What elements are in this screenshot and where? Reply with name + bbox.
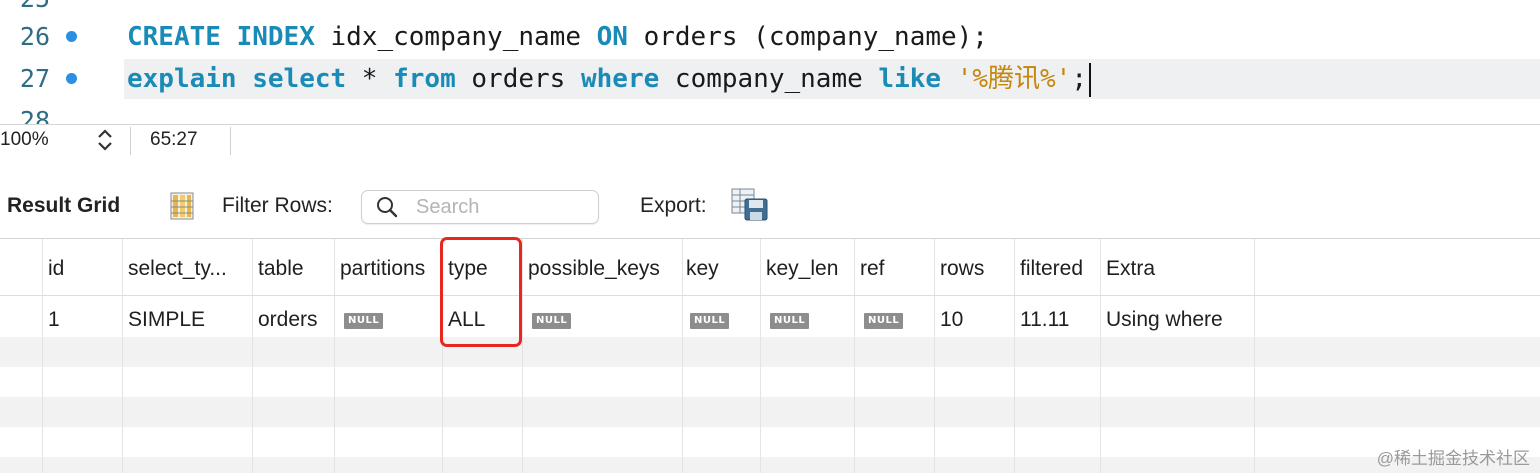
column-header-rows[interactable]: rows xyxy=(940,257,984,281)
code-line-27[interactable]: 27 explain select * from orders where co… xyxy=(0,59,1540,99)
sql-statement[interactable]: explain select * from orders where compa… xyxy=(127,59,1091,99)
column-header-ref[interactable]: ref xyxy=(860,257,885,281)
filter-search-box[interactable] xyxy=(361,190,599,224)
line-number: 27 xyxy=(19,64,50,93)
sql-editor[interactable]: 25 26 CREATE INDEX idx_company_name ON o… xyxy=(0,0,1540,124)
cell-extra[interactable]: Using where xyxy=(1106,308,1223,332)
empty-row xyxy=(0,397,1540,427)
result-grid-label: Result Grid xyxy=(7,194,121,217)
cell-possible-keys-null-badge[interactable]: NULL xyxy=(532,313,572,329)
code-line-28: 28 xyxy=(0,101,1540,124)
sql-statement[interactable]: CREATE INDEX idx_company_name ON orders … xyxy=(127,17,988,57)
cursor-position: 65:27 xyxy=(150,129,198,150)
code-line-26[interactable]: 26 CREATE INDEX idx_company_name ON orde… xyxy=(0,17,1540,57)
column-header-possible-keys[interactable]: possible_keys xyxy=(528,257,660,281)
empty-row xyxy=(0,337,1540,367)
cell-key-null-badge[interactable]: NULL xyxy=(690,313,730,329)
watermark: @稀土掘金技术社区 xyxy=(1376,449,1530,468)
zoom-level[interactable]: 100% xyxy=(0,129,49,151)
cell-rows[interactable]: 10 xyxy=(940,308,963,332)
column-header-extra[interactable]: Extra xyxy=(1106,257,1155,281)
export-icon[interactable] xyxy=(731,188,769,222)
line-number: 26 xyxy=(19,22,50,51)
line-number: 28 xyxy=(19,106,50,124)
empty-row xyxy=(0,457,1540,473)
search-icon xyxy=(377,197,398,218)
cell-table[interactable]: orders xyxy=(258,308,318,332)
cell-partitions-null-badge[interactable]: NULL xyxy=(344,313,384,329)
divider xyxy=(130,127,131,155)
column-header-key[interactable]: key xyxy=(686,257,719,281)
export-label: Export: xyxy=(640,194,707,217)
filter-search-input[interactable] xyxy=(414,193,593,221)
text-cursor xyxy=(1088,62,1091,97)
statement-marker-icon[interactable] xyxy=(66,31,77,42)
column-header-partitions[interactable]: partitions xyxy=(340,257,425,281)
column-header-table[interactable]: table xyxy=(258,257,304,281)
column-header-id[interactable]: id xyxy=(48,257,64,281)
filter-rows-label: Filter Rows: xyxy=(222,194,333,217)
cell-key-len-null-badge[interactable]: NULL xyxy=(770,313,810,329)
cell-id[interactable]: 1 xyxy=(48,308,60,332)
statement-marker-icon[interactable] xyxy=(66,73,77,84)
zoom-stepper-icon[interactable] xyxy=(94,127,116,153)
cell-ref-null-badge[interactable]: NULL xyxy=(864,313,904,329)
type-column-highlight-box xyxy=(440,237,522,347)
column-header-key-len[interactable]: key_len xyxy=(766,257,838,281)
result-grid[interactable]: id select_ty... table partitions type po… xyxy=(0,238,1540,473)
grid-view-icon[interactable] xyxy=(170,192,194,220)
cell-select-type[interactable]: SIMPLE xyxy=(128,308,205,332)
editor-status-bar: 100% 65:27 xyxy=(0,124,1540,157)
result-toolbar: Result Grid Filter Rows: Export: xyxy=(0,180,1540,236)
divider xyxy=(230,127,231,155)
column-header-filtered[interactable]: filtered xyxy=(1020,257,1083,281)
cell-filtered[interactable]: 11.11 xyxy=(1020,308,1069,332)
column-header-select-type[interactable]: select_ty... xyxy=(128,257,227,281)
